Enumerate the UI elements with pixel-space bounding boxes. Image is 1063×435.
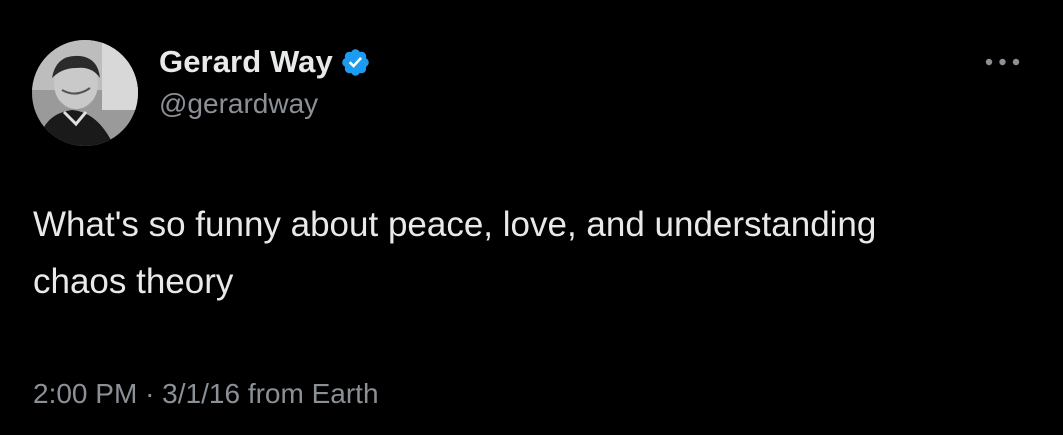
author-handle[interactable]: @gerardway (159, 88, 318, 120)
tweet-metadata: 2:00 PM · 3/1/16 from Earth (33, 378, 379, 410)
tweet-time[interactable]: 2:00 PM (33, 378, 137, 409)
tweet-text: What's so funny about peace, love, and u… (33, 196, 1043, 310)
verified-badge-icon (342, 48, 369, 76)
more-horizontal-icon (985, 58, 1020, 66)
tweet-text-line: chaos theory (33, 262, 234, 301)
avatar[interactable] (32, 40, 138, 146)
meta-separator: · (145, 378, 155, 409)
author-name-row: Gerard Way (159, 42, 371, 82)
tweet-card: Gerard Way @gerardway What's so funny ab… (0, 0, 1063, 435)
tweet-date[interactable]: 3/1/16 (162, 378, 240, 409)
tweet-text-line: What's so funny about peace, love, and u… (33, 205, 877, 244)
more-options-button[interactable] (981, 49, 1025, 75)
tweet-source: from Earth (247, 378, 379, 409)
display-name[interactable]: Gerard Way (159, 44, 333, 80)
avatar-photo (32, 40, 138, 146)
